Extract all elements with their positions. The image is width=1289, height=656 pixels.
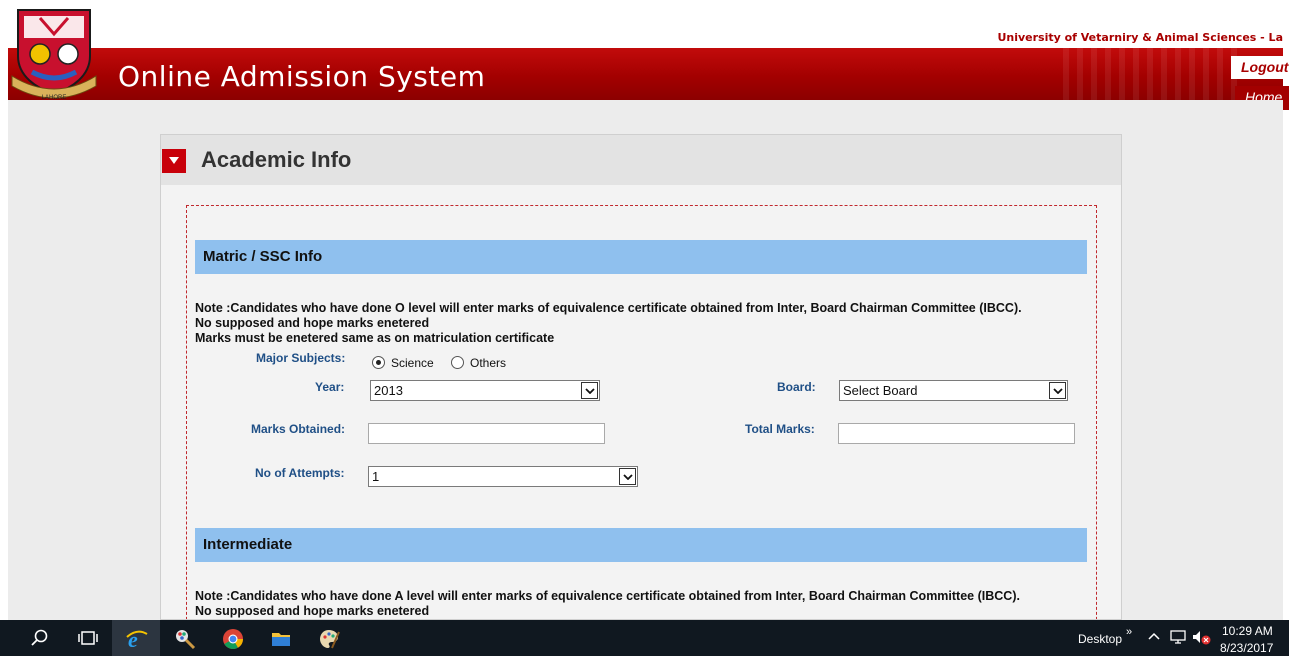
windows-taskbar: e Desktop » 10:29 AM 8/23/2017	[0, 620, 1289, 656]
board-select[interactable]: Select Board	[839, 380, 1068, 401]
attempts-select-value: 1	[372, 469, 380, 484]
banner-building-image	[1063, 48, 1243, 100]
network-icon[interactable]	[1170, 630, 1186, 644]
desktop-toolbar-label[interactable]: Desktop	[1078, 632, 1122, 646]
attempts-select-arrow	[619, 468, 636, 485]
marks-obtained-label: Marks Obtained:	[251, 422, 346, 436]
chrome-button[interactable]	[208, 620, 256, 656]
attempts-label: No of Attempts:	[255, 466, 345, 480]
intermediate-section-title: Intermediate	[203, 536, 293, 553]
matric-note-line-1: Note :Candidates who have done O level w…	[195, 301, 1022, 315]
total-marks-label: Total Marks:	[745, 422, 815, 436]
others-radio-label: Others	[470, 356, 507, 370]
file-explorer-icon	[272, 633, 290, 646]
clock-date[interactable]: 8/23/2017	[1220, 641, 1273, 655]
year-select[interactable]: 2013	[370, 380, 600, 401]
double-chevron-icon[interactable]: »	[1126, 626, 1132, 638]
board-select-value: Select Board	[843, 383, 918, 398]
science-radio-label: Science	[391, 356, 434, 370]
matric-note-line-3: Marks must be enetered same as on matric…	[195, 331, 555, 345]
matric-section-title: Matric / SSC Info	[203, 248, 323, 265]
matric-note-line-2: No supposed and hope marks enetered	[195, 316, 430, 330]
search-button[interactable]	[16, 620, 64, 656]
task-view-icon	[78, 631, 98, 645]
clock-time[interactable]: 10:29 AM	[1222, 624, 1273, 638]
header-banner: Online Admission System	[8, 48, 1283, 100]
file-explorer-button[interactable]	[256, 620, 304, 656]
science-radio[interactable]	[372, 356, 385, 369]
paint-palette-icon	[320, 630, 340, 649]
internet-explorer-icon: e	[126, 628, 148, 650]
task-view-button[interactable]	[64, 620, 112, 656]
attempts-select[interactable]: 1	[368, 466, 638, 487]
year-select-value: 2013	[374, 383, 403, 398]
chevron-up-icon[interactable]	[1148, 630, 1160, 642]
internet-explorer-button[interactable]: e	[112, 620, 160, 656]
total-marks-input[interactable]	[838, 423, 1075, 444]
intermediate-note-line-1: Note :Candidates who have done A level w…	[195, 589, 1020, 603]
intermediate-note-line-2: No supposed and hope marks enetered	[195, 604, 430, 618]
chevron-down-icon	[585, 388, 595, 394]
year-label: Year:	[315, 380, 345, 394]
paint-icon	[176, 630, 196, 650]
intermediate-section-header: Intermediate	[195, 528, 1087, 562]
year-select-arrow	[581, 382, 598, 399]
logout-button[interactable]: Logout	[1231, 56, 1289, 79]
collapse-toggle-button[interactable]	[162, 149, 186, 173]
matric-section-header: Matric / SSC Info	[195, 240, 1087, 274]
volume-muted-icon[interactable]	[1192, 630, 1212, 646]
app-title: Online Admission System	[118, 60, 486, 93]
search-icon	[31, 629, 48, 646]
paint-palette-button[interactable]	[304, 620, 352, 656]
university-name: University of Vetarniry & Animal Science…	[997, 31, 1283, 44]
university-logo: LAHORE	[10, 6, 98, 102]
others-radio[interactable]	[451, 356, 464, 369]
academic-info-panel: Academic Info Matric / SSC Info Note :Ca…	[160, 134, 1122, 620]
chrome-icon	[223, 629, 243, 649]
panel-header: Academic Info	[161, 135, 1121, 185]
panel-title: Academic Info	[201, 147, 352, 172]
board-select-arrow	[1049, 382, 1066, 399]
caret-down-icon	[169, 157, 179, 164]
major-subjects-label: Major Subjects:	[256, 351, 346, 365]
board-label: Board:	[777, 380, 816, 394]
chevron-down-icon	[1053, 388, 1063, 394]
chevron-down-icon	[623, 474, 633, 480]
paint-button[interactable]	[160, 620, 208, 656]
marks-obtained-input[interactable]	[368, 423, 605, 444]
